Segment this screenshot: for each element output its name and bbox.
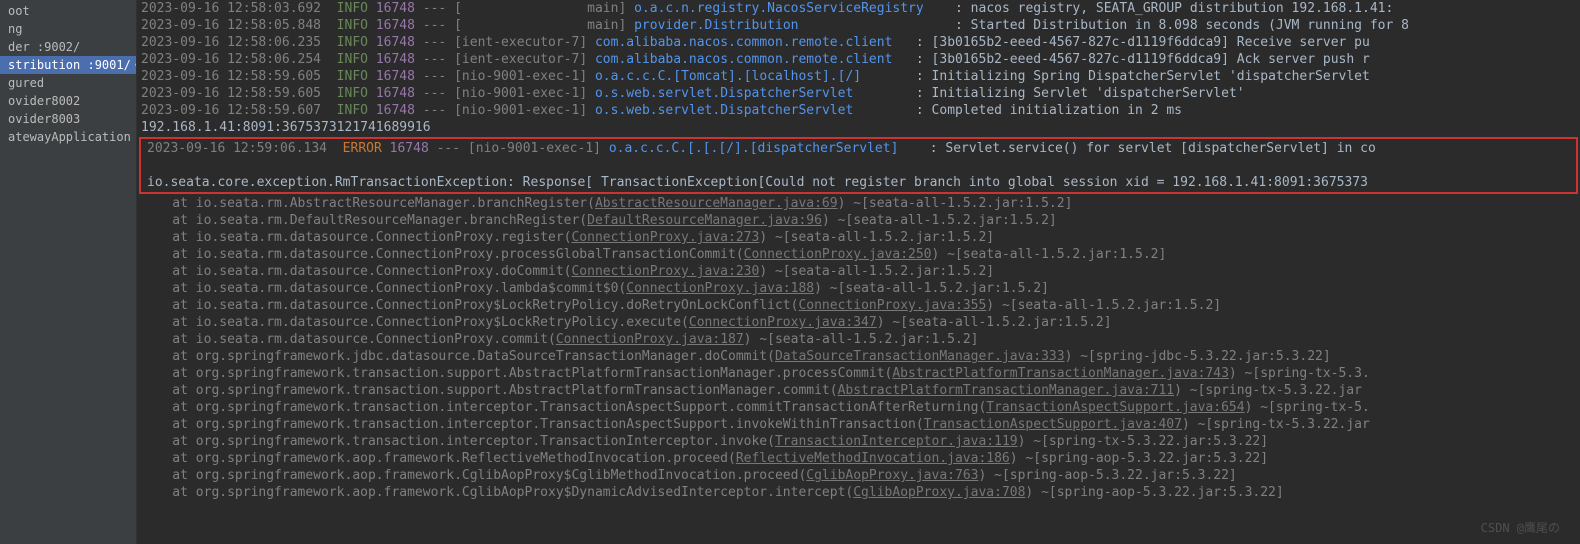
source-link[interactable]: TransactionAspectSupport.java:407	[924, 417, 1182, 432]
log-line: 2023-09-16 12:58:59.605 INFO 16748 --- […	[137, 68, 1580, 85]
watermark: CSDN @鹰尾の	[1481, 519, 1560, 536]
sidebar-item[interactable]: der :9002/	[0, 38, 136, 56]
sidebar-item[interactable]: gured	[0, 74, 136, 92]
stack-frame: at org.springframework.transaction.inter…	[137, 399, 1580, 416]
log-line: 2023-09-16 12:58:06.254 INFO 16748 --- […	[137, 51, 1580, 68]
sidebar-item[interactable]: atewayApplication	[0, 128, 136, 146]
sidebar-item[interactable]: oot	[0, 2, 136, 20]
source-link[interactable]: CglibAopProxy.java:708	[853, 485, 1025, 500]
stack-frame: at org.springframework.transaction.suppo…	[137, 382, 1580, 399]
source-link[interactable]: ConnectionProxy.java:230	[571, 264, 759, 279]
sidebar-item[interactable]: ovider8002	[0, 92, 136, 110]
stack-frame: at org.springframework.transaction.suppo…	[137, 365, 1580, 382]
source-link[interactable]: ConnectionProxy.java:187	[556, 332, 744, 347]
source-link[interactable]: ReflectiveMethodInvocation.java:186	[736, 451, 1010, 466]
log-line: 2023-09-16 12:58:59.605 INFO 16748 --- […	[137, 85, 1580, 102]
log-line: 2023-09-16 12:58:06.235 INFO 16748 --- […	[137, 34, 1580, 51]
stack-frame: at org.springframework.aop.framework.Ref…	[137, 450, 1580, 467]
stack-frame: at io.seata.rm.datasource.ConnectionProx…	[137, 263, 1580, 280]
stack-frame: at org.springframework.aop.framework.Cgl…	[137, 484, 1580, 501]
source-link[interactable]: TransactionInterceptor.java:119	[775, 434, 1018, 449]
stack-frame: at io.seata.rm.datasource.ConnectionProx…	[137, 246, 1580, 263]
edit-icon: ✎	[135, 61, 136, 72]
stack-frame: at io.seata.rm.datasource.ConnectionProx…	[137, 229, 1580, 246]
error-highlight-box: 2023-09-16 12:59:06.134 ERROR 16748 --- …	[139, 137, 1578, 194]
sidebar-item-label: stribution :9001/	[8, 58, 131, 72]
source-link[interactable]: ConnectionProxy.java:355	[798, 298, 986, 313]
stack-frame: at io.seata.rm.datasource.ConnectionProx…	[137, 331, 1580, 348]
stack-frame: at org.springframework.transaction.inter…	[137, 433, 1580, 450]
sidebar-item[interactable]: ovider8003	[0, 110, 136, 128]
exception-line: io.seata.core.exception.RmTransactionExc…	[143, 174, 1574, 191]
log-line	[143, 157, 1574, 174]
source-link[interactable]: ConnectionProxy.java:250	[744, 247, 932, 262]
source-link[interactable]: AbstractPlatformTransactionManager.java:…	[838, 383, 1175, 398]
sidebar-item-selected[interactable]: stribution :9001/ ✎	[0, 56, 136, 74]
source-link[interactable]: TransactionAspectSupport.java:654	[986, 400, 1244, 415]
source-link[interactable]: DefaultResourceManager.java:96	[587, 213, 822, 228]
source-link[interactable]: ConnectionProxy.java:273	[571, 230, 759, 245]
log-line: 2023-09-16 12:58:05.848 INFO 16748 --- […	[137, 17, 1580, 34]
log-line: 2023-09-16 12:58:03.692 INFO 16748 --- […	[137, 0, 1580, 17]
run-sidebar: oot ng der :9002/ stribution :9001/ ✎ gur…	[0, 0, 137, 544]
log-line: 2023-09-16 12:58:59.607 INFO 16748 --- […	[137, 102, 1580, 119]
stack-frame: at org.springframework.aop.framework.Cgl…	[137, 467, 1580, 484]
source-link[interactable]: ConnectionProxy.java:347	[689, 315, 877, 330]
sidebar-item[interactable]: ng	[0, 20, 136, 38]
stack-frame: at org.springframework.transaction.inter…	[137, 416, 1580, 433]
stack-frame: at io.seata.rm.AbstractResourceManager.b…	[137, 195, 1580, 212]
stack-frame: at io.seata.rm.DefaultResourceManager.br…	[137, 212, 1580, 229]
stack-frame: at io.seata.rm.datasource.ConnectionProx…	[137, 297, 1580, 314]
stack-frame: at org.springframework.jdbc.datasource.D…	[137, 348, 1580, 365]
log-line: 192.168.1.41:8091:3675373121741689916	[137, 119, 1580, 136]
console-output[interactable]: 2023-09-16 12:58:03.692 INFO 16748 --- […	[137, 0, 1580, 544]
source-link[interactable]: AbstractPlatformTransactionManager.java:…	[892, 366, 1229, 381]
source-link[interactable]: DataSourceTransactionManager.java:333	[775, 349, 1065, 364]
stack-frame: at io.seata.rm.datasource.ConnectionProx…	[137, 314, 1580, 331]
log-line: 2023-09-16 12:59:06.134 ERROR 16748 --- …	[143, 140, 1574, 157]
stack-frame: at io.seata.rm.datasource.ConnectionProx…	[137, 280, 1580, 297]
source-link[interactable]: ConnectionProxy.java:188	[626, 281, 814, 296]
source-link[interactable]: AbstractResourceManager.java:69	[595, 196, 838, 211]
source-link[interactable]: CglibAopProxy.java:763	[806, 468, 978, 483]
